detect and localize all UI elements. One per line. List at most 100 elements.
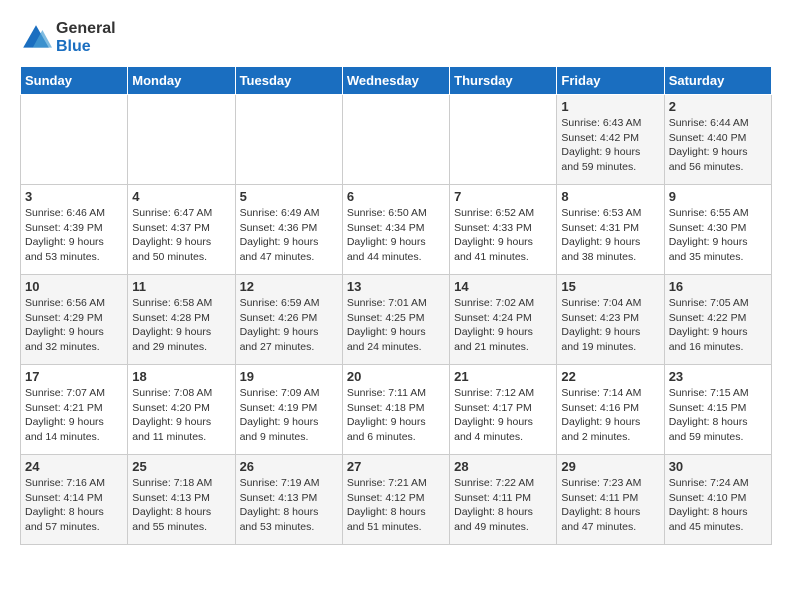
day-info: Sunrise: 7:19 AM Sunset: 4:13 PM Dayligh… bbox=[240, 476, 338, 535]
day-number: 14 bbox=[454, 279, 552, 294]
day-info: Sunrise: 7:22 AM Sunset: 4:11 PM Dayligh… bbox=[454, 476, 552, 535]
weekday-header: Sunday bbox=[21, 67, 128, 95]
calendar-cell: 18 Sunrise: 7:08 AM Sunset: 4:20 PM Dayli… bbox=[128, 365, 235, 455]
day-info: Sunrise: 6:44 AM Sunset: 4:40 PM Dayligh… bbox=[669, 116, 767, 175]
calendar-cell: 24 Sunrise: 7:16 AM Sunset: 4:14 PM Dayli… bbox=[21, 455, 128, 545]
day-info: Sunrise: 6:49 AM Sunset: 4:36 PM Dayligh… bbox=[240, 206, 338, 265]
weekday-header: Tuesday bbox=[235, 67, 342, 95]
calendar-cell bbox=[450, 95, 557, 185]
calendar-cell: 17 Sunrise: 7:07 AM Sunset: 4:21 PM Dayli… bbox=[21, 365, 128, 455]
calendar-cell: 16 Sunrise: 7:05 AM Sunset: 4:22 PM Dayli… bbox=[664, 275, 771, 365]
calendar-cell: 14 Sunrise: 7:02 AM Sunset: 4:24 PM Dayli… bbox=[450, 275, 557, 365]
day-info: Sunrise: 7:18 AM Sunset: 4:13 PM Dayligh… bbox=[132, 476, 230, 535]
day-number: 21 bbox=[454, 369, 552, 384]
day-number: 19 bbox=[240, 369, 338, 384]
calendar-week-row: 17 Sunrise: 7:07 AM Sunset: 4:21 PM Dayli… bbox=[21, 365, 772, 455]
calendar-cell: 28 Sunrise: 7:22 AM Sunset: 4:11 PM Dayli… bbox=[450, 455, 557, 545]
day-info: Sunrise: 7:11 AM Sunset: 4:18 PM Dayligh… bbox=[347, 386, 445, 445]
day-info: Sunrise: 6:50 AM Sunset: 4:34 PM Dayligh… bbox=[347, 206, 445, 265]
day-number: 16 bbox=[669, 279, 767, 294]
day-number: 12 bbox=[240, 279, 338, 294]
day-info: Sunrise: 6:53 AM Sunset: 4:31 PM Dayligh… bbox=[561, 206, 659, 265]
day-info: Sunrise: 7:14 AM Sunset: 4:16 PM Dayligh… bbox=[561, 386, 659, 445]
weekday-header: Wednesday bbox=[342, 67, 449, 95]
calendar-cell: 1 Sunrise: 6:43 AM Sunset: 4:42 PM Daylig… bbox=[557, 95, 664, 185]
day-number: 27 bbox=[347, 459, 445, 474]
logo-icon bbox=[20, 22, 52, 54]
day-info: Sunrise: 6:47 AM Sunset: 4:37 PM Dayligh… bbox=[132, 206, 230, 265]
calendar-cell bbox=[128, 95, 235, 185]
calendar-week-row: 24 Sunrise: 7:16 AM Sunset: 4:14 PM Dayli… bbox=[21, 455, 772, 545]
calendar-cell: 8Sunrise: 6:53 AM Sunset: 4:31 PM Daylig… bbox=[557, 185, 664, 275]
day-info: Sunrise: 6:55 AM Sunset: 4:30 PM Dayligh… bbox=[669, 206, 767, 265]
day-number: 15 bbox=[561, 279, 659, 294]
day-info: Sunrise: 7:09 AM Sunset: 4:19 PM Dayligh… bbox=[240, 386, 338, 445]
day-number: 6 bbox=[347, 189, 445, 204]
calendar-week-row: 10 Sunrise: 6:56 AM Sunset: 4:29 PM Dayli… bbox=[21, 275, 772, 365]
day-info: Sunrise: 7:02 AM Sunset: 4:24 PM Dayligh… bbox=[454, 296, 552, 355]
calendar-cell: 11 Sunrise: 6:58 AM Sunset: 4:28 PM Dayli… bbox=[128, 275, 235, 365]
weekday-header: Thursday bbox=[450, 67, 557, 95]
day-number: 29 bbox=[561, 459, 659, 474]
calendar-cell: 30Sunrise: 7:24 AM Sunset: 4:10 PM Dayli… bbox=[664, 455, 771, 545]
day-number: 26 bbox=[240, 459, 338, 474]
day-number: 25 bbox=[132, 459, 230, 474]
day-number: 2 bbox=[669, 99, 767, 114]
day-info: Sunrise: 7:05 AM Sunset: 4:22 PM Dayligh… bbox=[669, 296, 767, 355]
calendar-cell: 5 Sunrise: 6:49 AM Sunset: 4:36 PM Daylig… bbox=[235, 185, 342, 275]
day-info: Sunrise: 7:23 AM Sunset: 4:11 PM Dayligh… bbox=[561, 476, 659, 535]
calendar-cell: 7 Sunrise: 6:52 AM Sunset: 4:33 PM Daylig… bbox=[450, 185, 557, 275]
day-number: 5 bbox=[240, 189, 338, 204]
day-number: 24 bbox=[25, 459, 123, 474]
header: General Blue bbox=[20, 20, 772, 56]
calendar-cell: 25 Sunrise: 7:18 AM Sunset: 4:13 PM Dayli… bbox=[128, 455, 235, 545]
day-number: 10 bbox=[25, 279, 123, 294]
day-info: Sunrise: 6:46 AM Sunset: 4:39 PM Dayligh… bbox=[25, 206, 123, 265]
day-info: Sunrise: 6:52 AM Sunset: 4:33 PM Dayligh… bbox=[454, 206, 552, 265]
day-number: 22 bbox=[561, 369, 659, 384]
calendar-cell: 27 Sunrise: 7:21 AM Sunset: 4:12 PM Dayli… bbox=[342, 455, 449, 545]
day-info: Sunrise: 7:01 AM Sunset: 4:25 PM Dayligh… bbox=[347, 296, 445, 355]
calendar-cell: 23Sunrise: 7:15 AM Sunset: 4:15 PM Dayli… bbox=[664, 365, 771, 455]
day-info: Sunrise: 6:43 AM Sunset: 4:42 PM Dayligh… bbox=[561, 116, 659, 175]
day-number: 9 bbox=[669, 189, 767, 204]
day-number: 23 bbox=[669, 369, 767, 384]
calendar-cell: 19 Sunrise: 7:09 AM Sunset: 4:19 PM Dayli… bbox=[235, 365, 342, 455]
logo-text: General Blue bbox=[56, 20, 116, 56]
day-number: 20 bbox=[347, 369, 445, 384]
day-info: Sunrise: 7:07 AM Sunset: 4:21 PM Dayligh… bbox=[25, 386, 123, 445]
calendar-cell bbox=[235, 95, 342, 185]
calendar-cell: 3Sunrise: 6:46 AM Sunset: 4:39 PM Daylig… bbox=[21, 185, 128, 275]
day-info: Sunrise: 7:12 AM Sunset: 4:17 PM Dayligh… bbox=[454, 386, 552, 445]
weekday-header: Saturday bbox=[664, 67, 771, 95]
day-number: 1 bbox=[561, 99, 659, 114]
calendar-cell bbox=[342, 95, 449, 185]
calendar-cell: 9 Sunrise: 6:55 AM Sunset: 4:30 PM Daylig… bbox=[664, 185, 771, 275]
day-info: Sunrise: 7:04 AM Sunset: 4:23 PM Dayligh… bbox=[561, 296, 659, 355]
calendar-week-row: 3Sunrise: 6:46 AM Sunset: 4:39 PM Daylig… bbox=[21, 185, 772, 275]
day-number: 28 bbox=[454, 459, 552, 474]
weekday-header: Friday bbox=[557, 67, 664, 95]
day-number: 7 bbox=[454, 189, 552, 204]
day-info: Sunrise: 7:08 AM Sunset: 4:20 PM Dayligh… bbox=[132, 386, 230, 445]
day-number: 13 bbox=[347, 279, 445, 294]
day-info: Sunrise: 6:56 AM Sunset: 4:29 PM Dayligh… bbox=[25, 296, 123, 355]
day-number: 30 bbox=[669, 459, 767, 474]
calendar: SundayMondayTuesdayWednesdayThursdayFrid… bbox=[20, 66, 772, 545]
calendar-cell: 20 Sunrise: 7:11 AM Sunset: 4:18 PM Dayli… bbox=[342, 365, 449, 455]
day-info: Sunrise: 6:58 AM Sunset: 4:28 PM Dayligh… bbox=[132, 296, 230, 355]
day-number: 11 bbox=[132, 279, 230, 294]
day-number: 18 bbox=[132, 369, 230, 384]
day-number: 4 bbox=[132, 189, 230, 204]
calendar-cell: 26 Sunrise: 7:19 AM Sunset: 4:13 PM Dayli… bbox=[235, 455, 342, 545]
calendar-cell: 2 Sunrise: 6:44 AM Sunset: 4:40 PM Daylig… bbox=[664, 95, 771, 185]
day-info: Sunrise: 7:21 AM Sunset: 4:12 PM Dayligh… bbox=[347, 476, 445, 535]
calendar-cell: 21 Sunrise: 7:12 AM Sunset: 4:17 PM Dayli… bbox=[450, 365, 557, 455]
calendar-cell: 10 Sunrise: 6:56 AM Sunset: 4:29 PM Dayli… bbox=[21, 275, 128, 365]
day-number: 17 bbox=[25, 369, 123, 384]
calendar-cell: 6 Sunrise: 6:50 AM Sunset: 4:34 PM Daylig… bbox=[342, 185, 449, 275]
calendar-cell: 29 Sunrise: 7:23 AM Sunset: 4:11 PM Dayli… bbox=[557, 455, 664, 545]
day-info: Sunrise: 7:16 AM Sunset: 4:14 PM Dayligh… bbox=[25, 476, 123, 535]
calendar-header-row: SundayMondayTuesdayWednesdayThursdayFrid… bbox=[21, 67, 772, 95]
calendar-cell bbox=[21, 95, 128, 185]
